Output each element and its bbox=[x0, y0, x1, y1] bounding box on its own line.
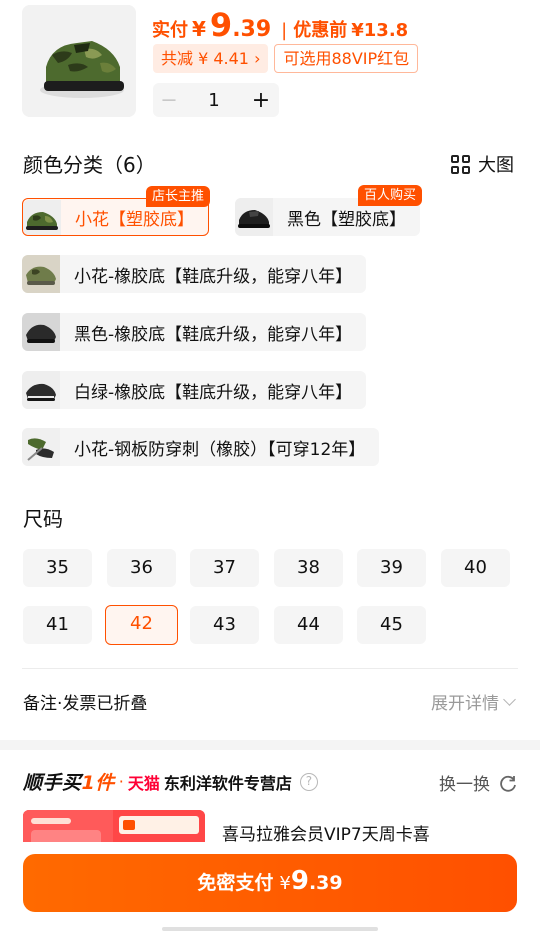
add-on-brand: 顺手买1件 bbox=[23, 768, 115, 795]
price-decimal: .39 bbox=[232, 17, 272, 42]
size-option-39[interactable]: 39 bbox=[357, 549, 426, 587]
quantity-stepper: － 1 + bbox=[153, 83, 279, 117]
color-option-3[interactable]: 黑色-橡胶底【鞋底升级，能穿八年】 bbox=[22, 313, 367, 351]
black-rubber-shoe-swatch bbox=[22, 313, 60, 351]
price-currency: ¥ bbox=[192, 17, 206, 41]
tmall-logo: 天猫 bbox=[127, 773, 160, 793]
color-option-label: 白绿-橡胶底【鞋底升级，能穿八年】 bbox=[74, 382, 353, 403]
question-icon[interactable]: ? bbox=[299, 772, 318, 791]
chevron-down-icon bbox=[503, 692, 516, 706]
pay-amount-integer: 9 bbox=[290, 866, 309, 896]
camo-shoe-swatch bbox=[23, 199, 61, 235]
recommend-badge: 店长主推 bbox=[145, 186, 210, 207]
original-price-value: 13.8 bbox=[363, 20, 409, 41]
size-option-36[interactable]: 36 bbox=[107, 549, 176, 587]
size-option-38[interactable]: 38 bbox=[274, 549, 343, 587]
increase-button[interactable]: + bbox=[243, 88, 279, 113]
white-green-shoe-swatch bbox=[22, 371, 60, 409]
color-option-4[interactable]: 白绿-橡胶底【鞋底升级，能穿八年】 bbox=[22, 371, 367, 409]
expand-details-link[interactable]: 展开详情 bbox=[431, 689, 516, 714]
color-option-1[interactable]: 黑色【塑胶底】 百人购买 bbox=[235, 185, 422, 236]
price-separator: | bbox=[281, 20, 288, 41]
decrease-button[interactable]: － bbox=[153, 87, 185, 113]
color-option-label: 小花-橡胶底【鞋底升级，能穿八年】 bbox=[74, 266, 353, 287]
size-option-35[interactable]: 35 bbox=[23, 549, 92, 587]
original-price-currency: ¥ bbox=[351, 20, 364, 41]
size-section-title: 尺码 bbox=[23, 507, 63, 531]
black-shoe-swatch bbox=[235, 198, 273, 236]
color-option-label: 小花【塑胶底】 bbox=[75, 209, 194, 230]
swap-button[interactable]: 换一换 bbox=[439, 770, 518, 795]
size-option-43[interactable]: 43 bbox=[190, 606, 259, 644]
section-divider bbox=[22, 668, 518, 669]
price-label: 实付 bbox=[152, 20, 188, 41]
expand-details-label: 展开详情 bbox=[431, 694, 499, 714]
camo-rubber-shoe-swatch bbox=[22, 255, 60, 293]
color-option-5[interactable]: 小花-钢板防穿刺（橡胶）【可穿12年】 bbox=[22, 428, 380, 466]
size-option-42[interactable]: 42 bbox=[105, 605, 178, 645]
color-option-label: 黑色【塑胶底】 bbox=[287, 209, 406, 230]
color-option-label: 黑色-橡胶底【鞋底升级，能穿八年】 bbox=[74, 324, 353, 345]
discount-detail-tag[interactable]: 共减 ¥ 4.41 › bbox=[153, 44, 269, 73]
size-option-41[interactable]: 41 bbox=[23, 606, 92, 644]
separator-dot: · bbox=[118, 772, 124, 791]
vip-coupon-tag[interactable]: 可选用88VIP红包 bbox=[274, 44, 419, 73]
price-line: 实付 ¥ 9 .39 | 优惠前 ¥ 13.8 bbox=[152, 6, 409, 44]
promo-row: 共减 ¥ 4.41 › 可选用88VIP红包 bbox=[153, 44, 419, 73]
pay-amount-decimal: .39 bbox=[308, 872, 343, 894]
quantity-value[interactable]: 1 bbox=[185, 90, 243, 111]
color-option-label: 小花-钢板防穿刺（橡胶）【可穿12年】 bbox=[74, 439, 366, 460]
pay-currency: ¥ bbox=[279, 873, 291, 894]
size-option-40[interactable]: 40 bbox=[441, 549, 510, 587]
price-integer: 9 bbox=[209, 6, 233, 44]
add-on-brand-prefix: 顺手买 bbox=[23, 772, 82, 794]
refresh-icon bbox=[500, 775, 516, 792]
swap-label: 换一换 bbox=[439, 775, 490, 795]
notes-invoice-label: 备注·发票已折叠 bbox=[23, 694, 148, 714]
color-section-title: 颜色分类（6） bbox=[23, 153, 156, 177]
big-view-toggle[interactable]: 大图 bbox=[451, 151, 514, 177]
home-indicator[interactable] bbox=[162, 927, 378, 931]
add-on-brand-highlight: 1件 bbox=[81, 772, 115, 794]
original-price-label: 优惠前 bbox=[293, 20, 348, 41]
size-option-44[interactable]: 44 bbox=[274, 606, 343, 644]
section-gap bbox=[0, 740, 540, 750]
product-thumbnail[interactable] bbox=[22, 5, 136, 117]
grid-view-icon bbox=[451, 154, 470, 174]
size-option-45[interactable]: 45 bbox=[357, 606, 426, 644]
steel-plate-shoe-swatch bbox=[22, 428, 60, 466]
shop-name[interactable]: 东利洋软件专营店 bbox=[164, 770, 292, 794]
color-option-0[interactable]: 小花【塑胶底】 店长主推 bbox=[22, 186, 210, 236]
popular-badge: 百人购买 bbox=[357, 185, 422, 206]
big-view-label: 大图 bbox=[478, 155, 514, 176]
shop-recommend-header: 顺手买1件 · 天猫 东利洋软件专营店 ? bbox=[23, 768, 318, 795]
pay-button-label: 免密支付 bbox=[197, 872, 274, 894]
size-option-37[interactable]: 37 bbox=[190, 549, 259, 587]
color-option-2[interactable]: 小花-橡胶底【鞋底升级，能穿八年】 bbox=[22, 255, 367, 293]
camo-shoe-image bbox=[22, 5, 136, 117]
pay-button[interactable]: 免密支付 ¥ 9 .39 bbox=[23, 854, 517, 912]
